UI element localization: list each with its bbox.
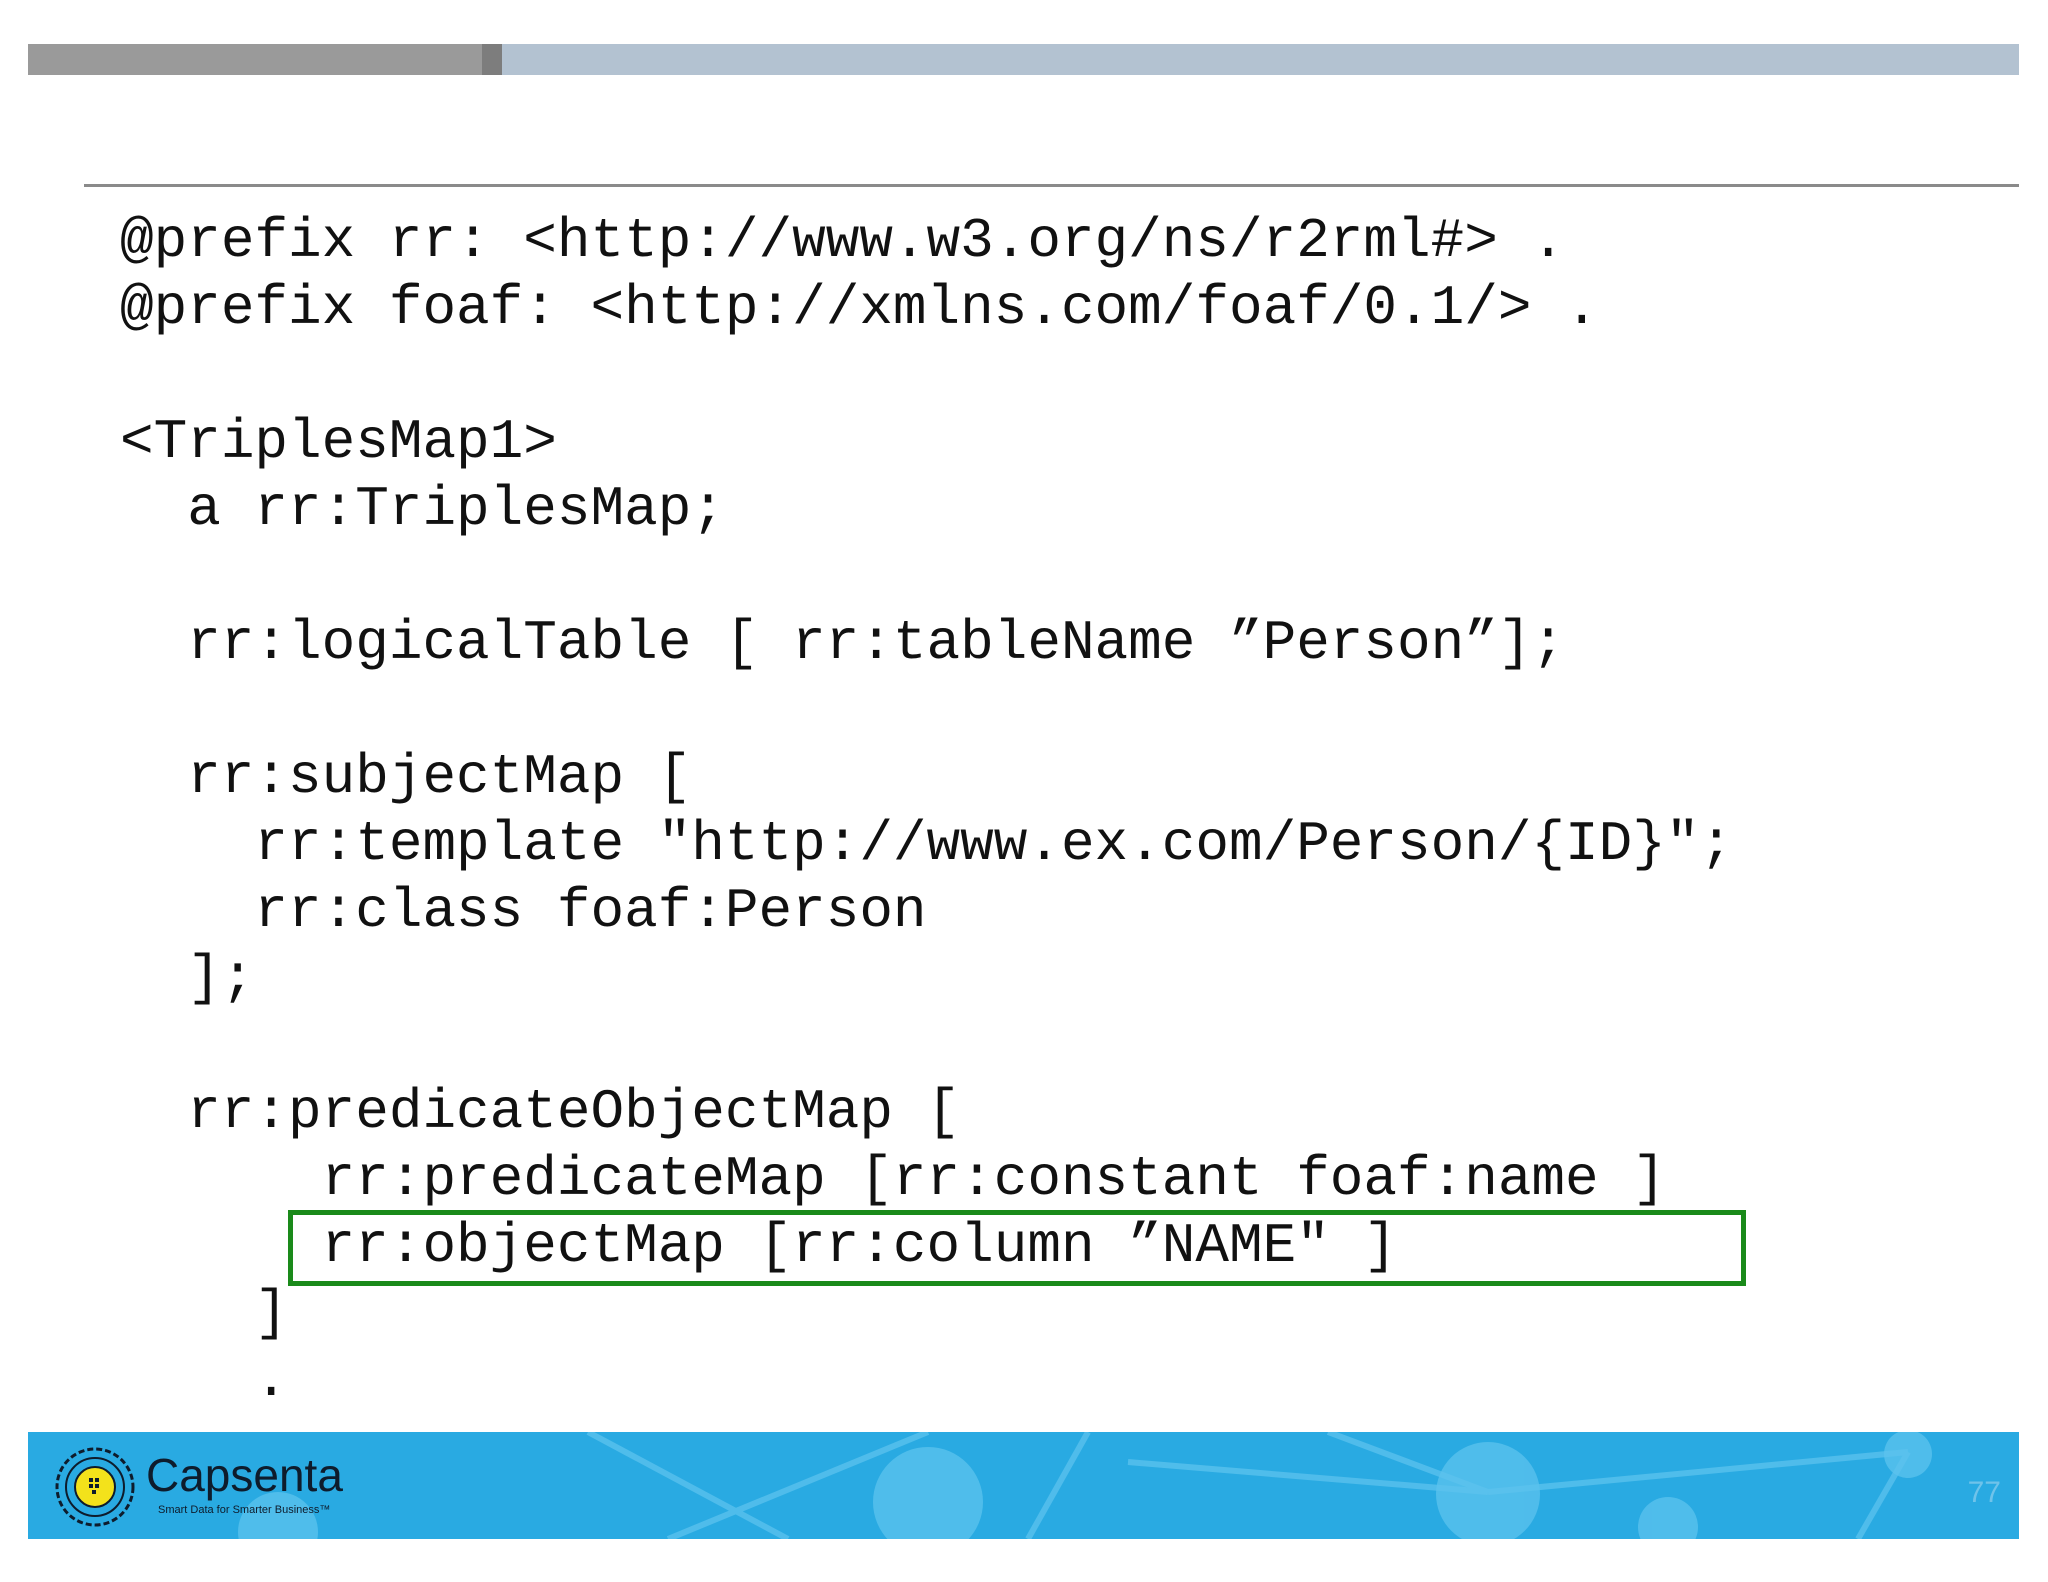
footer-banner: Capsenta Smart Data for Smarter Business… [28,1432,2019,1539]
code-line: rr:class foaf:Person [120,879,927,943]
header-bar-marker [482,44,502,75]
code-line: rr:template "http://www.ex.com/Person/{I… [120,812,1734,876]
code-line: a rr:TriplesMap; [120,477,725,541]
code-line: . [120,1348,289,1412]
highlight-box [288,1210,1746,1286]
page-number: 77 [1967,1476,2001,1509]
brand-tagline: Smart Data for Smarter Business™ [158,1504,331,1516]
code-line: rr:predicateMap [rr:constant foaf:name ] [120,1147,1666,1211]
code-line: ] [120,1281,289,1345]
header-bar-dark-segment [28,44,482,75]
brand-name: Capsenta [146,1449,343,1501]
code-line: <TriplesMap1> [120,410,557,474]
title-divider [84,184,2019,187]
code-line: ]; [120,946,255,1010]
code-line: rr:subjectMap [ [120,745,692,809]
code-line: @prefix foaf: <http://xmlns.com/foaf/0.1… [120,276,1599,340]
code-line: rr:predicateObjectMap [ [120,1080,961,1144]
code-line: rr:logicalTable [ rr:tableName ”Person”]… [120,611,1566,675]
capsenta-logo-icon [55,1447,135,1527]
header-bar-light-segment [502,44,2019,75]
code-line: @prefix rr: <http://www.w3.org/ns/r2rml#… [120,209,1566,273]
